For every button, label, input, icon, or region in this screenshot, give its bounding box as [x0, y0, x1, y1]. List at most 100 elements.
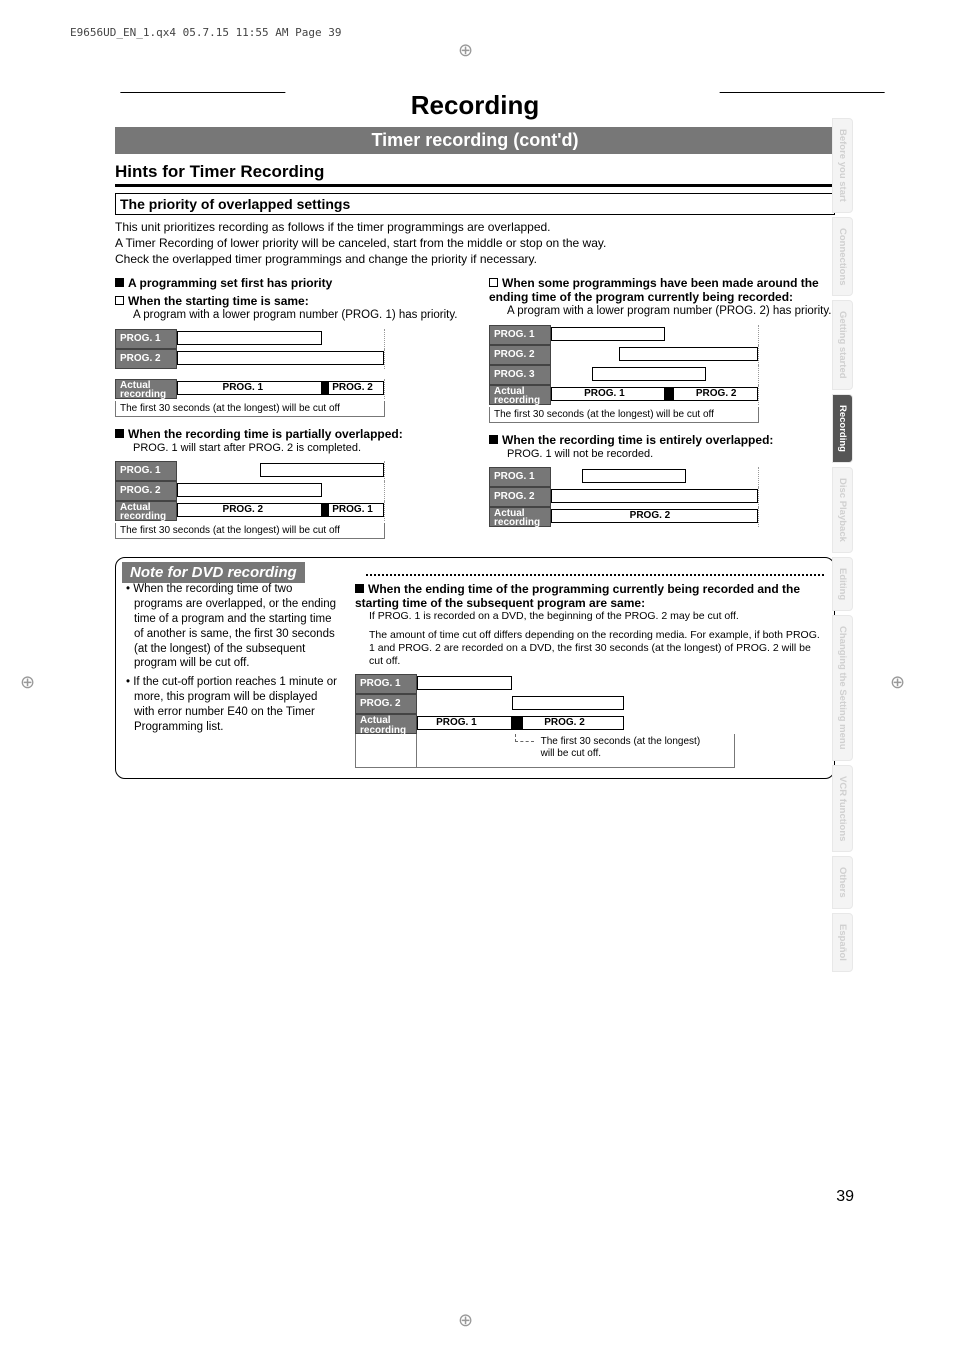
timing-diagram: PROG. 1 PROG. 2 Actualrecording PROG. 2 [489, 467, 759, 527]
page-number: 39 [836, 1188, 854, 1206]
bar-label: PROG. 1 [223, 382, 264, 393]
tab-vcr-functions[interactable]: VCR functions [832, 765, 853, 852]
text: recording [494, 395, 540, 406]
desc: A program with a lower program number (P… [507, 304, 835, 319]
bullet-heading: When the ending time of the programming … [355, 582, 824, 610]
intro-text: This unit prioritizes recording as follo… [115, 219, 835, 268]
tab-editing[interactable]: Editing [832, 557, 853, 611]
bullet-heading: When some programmings have been made ar… [489, 276, 835, 304]
hollow-square-icon [115, 296, 124, 305]
desc: PROG. 1 will not be recorded. [507, 447, 835, 461]
section-band: Timer recording (cont'd) [115, 127, 835, 154]
tab-disc-playback[interactable]: Disc Playback [832, 467, 853, 553]
text: When the ending time of the programming … [355, 582, 800, 610]
row-label: PROG. 1 [489, 467, 551, 487]
dotted-rule-icon [366, 574, 824, 576]
text: When the starting time is same: [128, 294, 309, 308]
row-label: PROG. 1 [115, 329, 177, 349]
chapter-title: Recording [411, 90, 540, 121]
row-label: PROG. 1 [115, 461, 177, 481]
text: A programming set first has priority [128, 276, 332, 290]
cut-note: The first 30 seconds (at the longest) wi… [115, 523, 385, 539]
crop-mark-icon [20, 672, 35, 693]
text: When the recording time is partially ove… [128, 427, 403, 441]
timing-diagram: PROG. 1 PROG. 2 Actualrecording PROG. 1 … [355, 674, 735, 768]
note-bullet: • If the cut-off portion reaches 1 minut… [126, 675, 341, 735]
tab-espanol[interactable]: Español [832, 913, 853, 972]
chevron-right-icon [719, 92, 840, 116]
left-column: A programming set first has priority Whe… [115, 276, 461, 539]
bullet-sub: When the starting time is same: [115, 294, 461, 308]
crop-mark-icon [458, 40, 473, 61]
tab-connections[interactable]: Connections [832, 217, 853, 297]
tab-before-you-start[interactable]: Before you start [832, 118, 853, 213]
bar-label: PROG. 1 [332, 504, 373, 515]
chevron-left-icon [109, 92, 230, 116]
note-right: When the ending time of the programming … [355, 582, 824, 771]
crop-mark-icon [890, 672, 905, 693]
intro-line: Check the overlapped timer programmings … [115, 251, 835, 267]
intro-line: This unit prioritizes recording as follo… [115, 219, 835, 235]
bar-label: PROG. 2 [332, 382, 373, 393]
timing-diagram: PROG. 1 PROG. 2 PROG. 3 Actualrecording … [489, 325, 759, 405]
row-label: Actualrecording [355, 714, 417, 734]
desc: A program with a lower program number (P… [133, 308, 461, 323]
note-sub: If PROG. 1 is recorded on a DVD, the beg… [369, 610, 824, 623]
row-label: Actualrecording [115, 501, 177, 521]
tab-others[interactable]: Others [832, 856, 853, 909]
timing-diagram: PROG. 1 PROG. 2 Actualrecording PROG. 1 … [115, 329, 385, 399]
filled-square-icon [115, 429, 124, 438]
note-box: Note for DVD recording • When the record… [115, 557, 835, 780]
filled-square-icon [355, 584, 364, 593]
right-column: When some programmings have been made ar… [489, 276, 835, 539]
cut-note: The first 30 seconds (at the longest) wi… [115, 401, 385, 417]
page-body: Recording Timer recording (cont'd) Hints… [115, 90, 835, 779]
bar-label: PROG. 2 [223, 504, 264, 515]
cut-note: The first 30 seconds (at the longest) wi… [489, 407, 759, 423]
text: When the recording time is entirely over… [502, 433, 773, 447]
row-label: PROG. 1 [355, 674, 417, 694]
filled-square-icon [115, 278, 124, 287]
print-header: E9656UD_EN_1.qx4 05.7.15 11:55 AM Page 3… [70, 26, 342, 39]
tab-changing-setting[interactable]: Changing the Setting menu [832, 615, 853, 761]
bar-label: PROG. 1 [436, 717, 477, 728]
bullet-heading: When the recording time is entirely over… [489, 433, 835, 447]
annotation: The first 30 seconds (at the longest) wi… [541, 736, 711, 760]
bar-label: PROG. 2 [696, 388, 737, 399]
hollow-square-icon [489, 278, 498, 287]
text: recording [494, 517, 540, 528]
row-label: Actualrecording [115, 379, 177, 399]
note-left: • When the recording time of two program… [126, 582, 341, 771]
note-sub: The amount of time cut off differs depen… [369, 629, 824, 668]
row-label: PROG. 2 [115, 481, 177, 501]
row-label: PROG. 2 [489, 345, 551, 365]
bullet-heading: When the recording time is partially ove… [115, 427, 461, 441]
bar-label: PROG. 2 [544, 717, 585, 728]
row-label: PROG. 2 [115, 349, 177, 369]
note-bullet: • When the recording time of two program… [126, 582, 341, 672]
bar-label: PROG. 1 [584, 388, 625, 399]
chapter-heading: Recording [115, 90, 835, 121]
intro-line: A Timer Recording of lower priority will… [115, 235, 835, 251]
bar-label: PROG. 2 [630, 510, 671, 521]
row-label: PROG. 3 [489, 365, 551, 385]
subheading: Hints for Timer Recording [115, 162, 835, 187]
two-column: A programming set first has priority Whe… [115, 276, 835, 539]
row-label: PROG. 2 [489, 487, 551, 507]
text: recording [120, 511, 166, 522]
row-label: PROG. 1 [489, 325, 551, 345]
timing-diagram: PROG. 1 PROG. 2 Actualrecording PROG. 2 … [115, 461, 385, 521]
tab-getting-started[interactable]: Getting started [832, 300, 853, 390]
crop-mark-icon [458, 1310, 473, 1331]
tab-recording[interactable]: Recording [832, 394, 853, 463]
row-label: Actualrecording [489, 507, 551, 527]
filled-square-icon [489, 435, 498, 444]
row-label: PROG. 2 [355, 694, 417, 714]
side-tabs: Before you start Connections Getting sta… [832, 118, 856, 976]
note-title: Note for DVD recording [122, 562, 305, 583]
bullet-heading: A programming set first has priority [115, 276, 461, 290]
row-label: Actualrecording [489, 385, 551, 405]
boxed-title: The priority of overlapped settings [115, 193, 835, 215]
text: recording [120, 389, 166, 400]
desc: PROG. 1 will start after PROG. 2 is comp… [133, 441, 461, 455]
